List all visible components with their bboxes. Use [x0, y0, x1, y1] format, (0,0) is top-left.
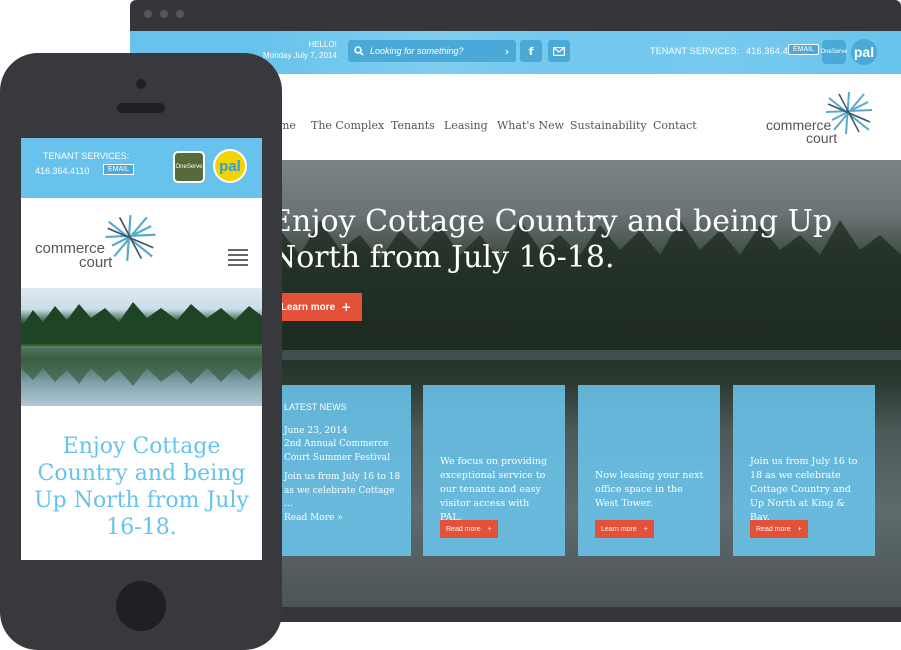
plus-icon: + [341, 300, 352, 314]
phone-frame: TENANT SERVICES: 416.364.4110 EMAIL OneS… [0, 53, 282, 650]
window-dot [176, 10, 184, 18]
card-text: Join us from July 16 to 18 as we celebra… [750, 456, 858, 523]
hero-title: Enjoy Cottage Country and being Up North… [270, 204, 833, 275]
mobile-oneserve-logo[interactable]: OneServe [173, 151, 205, 183]
window-controls [144, 10, 184, 18]
greeting-date: Monday July 7, 2014 [263, 51, 337, 60]
news-heading: LATEST NEWS [284, 402, 347, 412]
mobile-pal-logo[interactable]: pal [213, 149, 247, 183]
commerce-court-logo[interactable]: commerce court [762, 90, 882, 148]
news-title[interactable]: 2nd Annual Commerce Court Summer Festiva… [284, 438, 402, 465]
mobile-screen: TENANT SERVICES: 416.364.4110 EMAIL OneS… [21, 138, 262, 560]
hero-learn-more-button[interactable]: Learn more + [270, 293, 362, 321]
plus-icon: + [643, 525, 648, 533]
news-excerpt: Join us from July 16 to 18 as we celebra… [284, 472, 401, 509]
card-text: We focus on providing exceptional servic… [440, 456, 548, 523]
card-text: Now leasing your next office space in th… [595, 470, 704, 509]
news-read-more-link[interactable]: Read More » [284, 512, 402, 526]
feature-card: Now leasing your next office space in th… [578, 385, 720, 556]
search-input[interactable]: Looking for something? [370, 46, 498, 56]
search-icon [348, 40, 370, 62]
tenant-services-label: TENANT SERVICES: [650, 46, 740, 56]
mobile-tenant-services-label: TENANT SERVICES: [43, 151, 130, 161]
feature-card: Join us from July 16 to 18 as we celebra… [733, 385, 875, 556]
latest-news-card: LATEST NEWS June 23, 2014 2nd Annual Com… [269, 385, 411, 556]
search-submit-icon[interactable]: › [498, 45, 516, 58]
mail-icon[interactable] [548, 40, 570, 62]
mobile-utility-bar: TENANT SERVICES: 416.364.4110 EMAIL OneS… [21, 138, 262, 198]
card-read-more-button[interactable]: Read more + [440, 520, 498, 538]
logo-text-line2: court [806, 130, 838, 146]
hamburger-menu-icon[interactable] [228, 249, 248, 266]
plus-icon: + [487, 525, 492, 533]
forest-reflection-image [21, 302, 262, 386]
mobile-lake-image [21, 288, 262, 406]
phone-home-button[interactable] [116, 581, 166, 631]
card-button-label: Read more [756, 525, 791, 533]
phone-speaker [117, 103, 165, 113]
feature-card: We focus on providing exceptional servic… [423, 385, 565, 556]
nav-item-tenants[interactable]: Tenants [391, 119, 435, 132]
mobile-email-button[interactable]: EMAIL [103, 164, 135, 175]
nav-item-leasing[interactable]: Leasing [444, 119, 488, 132]
device-mockup-stage: HELLO! Monday July 7, 2014 Looking for s… [0, 0, 901, 650]
search-bar[interactable]: Looking for something? › [348, 40, 516, 62]
window-dot [160, 10, 168, 18]
plus-icon: + [797, 525, 802, 533]
mobile-commerce-court-logo[interactable]: commerce court [33, 213, 163, 273]
mobile-hero-title: Enjoy Cottage Country and being Up North… [34, 434, 249, 540]
card-button-label: Learn more [601, 525, 637, 533]
email-button[interactable]: EMAIL [788, 44, 820, 55]
oneserve-logo[interactable]: OneServe [821, 40, 848, 64]
phone-camera [136, 79, 146, 89]
card-button-label: Read more [446, 525, 481, 533]
hero-button-label: Learn more [280, 301, 336, 313]
nav-item-the-complex[interactable]: The Complex [311, 119, 384, 132]
facebook-icon[interactable]: f [520, 40, 542, 62]
logo-text-line2: court [79, 254, 113, 271]
window-dot [144, 10, 152, 18]
nav-item-sustainability[interactable]: Sustainability [570, 119, 647, 132]
card-read-more-button[interactable]: Read more + [750, 520, 808, 538]
nav-item-contact[interactable]: Contact [653, 119, 697, 132]
card-learn-more-button[interactable]: Learn more + [595, 520, 654, 538]
mobile-tenant-phone[interactable]: 416.364.4110 [35, 166, 89, 176]
greeting-hello: HELLO! [308, 40, 337, 49]
tenant-services: TENANT SERVICES: 416.364.4110 [650, 46, 803, 56]
pal-logo[interactable]: pal [851, 39, 877, 65]
nav-item-whats-new[interactable]: What's New [497, 119, 564, 132]
news-date: June 23, 2014 [284, 425, 348, 436]
greeting: HELLO! Monday July 7, 2014 [263, 39, 337, 61]
